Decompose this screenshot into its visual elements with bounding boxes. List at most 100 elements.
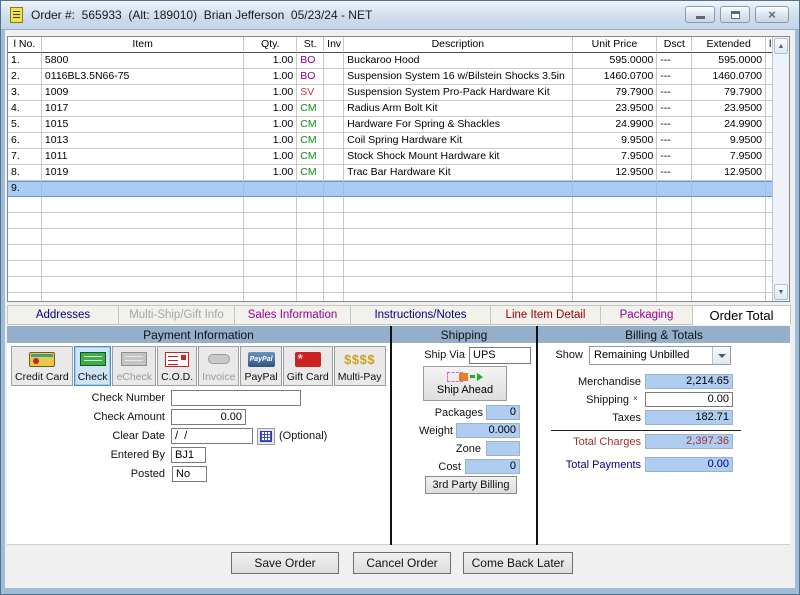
close-button[interactable]: ×	[755, 6, 789, 23]
payment-method-multi-pay[interactable]: $$$$ Multi-Pay	[334, 346, 386, 386]
table-scrollbar[interactable]: ▲ ▼	[772, 37, 789, 301]
shipping-charge-value[interactable]: 0.00	[645, 392, 733, 407]
check-icon	[80, 352, 106, 366]
col-qty: Qty.	[244, 37, 297, 53]
table-row-selected[interactable]: 9.	[8, 181, 772, 197]
cell-inv	[324, 117, 344, 133]
line-items-table: l No. Item Qty. St. Inv Description Unit…	[7, 36, 790, 302]
clear-date-label: Clear Date	[35, 430, 165, 442]
restore-button[interactable]	[720, 6, 750, 23]
taxes-label: Taxes	[509, 412, 641, 424]
save-order-button[interactable]: Save Order	[231, 552, 339, 574]
table-row-empty[interactable]	[8, 277, 772, 293]
table-row-empty[interactable]	[8, 229, 772, 245]
scroll-down-icon[interactable]: ▼	[774, 284, 788, 300]
total-charges-value: 2,397.36	[645, 434, 733, 449]
cell-desc: Suspension System Pro-Pack Hardware Kit	[344, 85, 572, 101]
cell-dsct: ---	[657, 165, 692, 181]
posted-input[interactable]	[172, 466, 207, 482]
taxes-value: 182.71	[645, 410, 733, 425]
gift-card-icon: *	[295, 352, 321, 367]
cell-desc: Stock Shock Mount Hardware kit	[344, 149, 572, 165]
calendar-button[interactable]	[257, 428, 275, 445]
come-back-later-button[interactable]: Come Back Later	[463, 552, 573, 574]
paypal-icon: PayPal	[248, 352, 275, 367]
minimize-icon	[696, 16, 705, 19]
check-amount-input[interactable]	[171, 409, 246, 425]
ship-ahead-button[interactable]: Ship Ahead	[423, 366, 507, 401]
payment-method-credit-card[interactable]: Credit Card	[11, 346, 73, 386]
tab-sales-information[interactable]: Sales Information	[235, 305, 351, 325]
total-payments-value: 0.00	[645, 457, 733, 472]
payment-method-buttons: Credit Card Check eCheck C.O.D. Invoice …	[11, 346, 386, 386]
window-title: Order #: 565933 (Alt: 189010) Brian Jeff…	[31, 8, 372, 22]
multi-pay-icon: $$$$	[344, 352, 375, 367]
show-dropdown[interactable]: Remaining Unbilled	[589, 346, 731, 365]
table-row-empty[interactable]	[8, 261, 772, 277]
ship-via-value[interactable]: UPS	[469, 347, 531, 364]
restore-icon	[731, 11, 740, 19]
table-row-empty[interactable]	[8, 245, 772, 261]
check-number-input[interactable]	[171, 390, 301, 406]
cell-st: CM	[297, 101, 324, 117]
table-row-empty[interactable]	[8, 197, 772, 213]
tab-order-total[interactable]: Order Total	[693, 305, 791, 325]
invoice-icon	[208, 354, 230, 364]
cell-item: 5800	[42, 53, 244, 69]
cell-desc: Buckaroo Hood	[344, 53, 572, 69]
payment-method-invoice[interactable]: Invoice	[198, 346, 239, 386]
payment-method-paypal[interactable]: PayPal PayPal	[240, 346, 281, 386]
payment-method-check[interactable]: Check	[74, 346, 112, 386]
table-row[interactable]: 1. 5800 1.00 BO Buckaroo Hood 595.0000 -…	[8, 53, 772, 69]
entered-by-input[interactable]	[171, 447, 206, 463]
cell-no: 2.	[8, 69, 42, 85]
cell-inv	[324, 69, 344, 85]
echeck-icon	[121, 352, 147, 366]
col-description: Description	[344, 37, 572, 53]
cell-dsct: ---	[657, 101, 692, 117]
cod-icon	[165, 352, 189, 367]
section-payment-information: Payment Information	[7, 326, 390, 343]
table-row[interactable]: 7. 1011 1.00 CM Stock Shock Mount Hardwa…	[8, 149, 772, 165]
show-dropdown-value: Remaining Unbilled	[590, 347, 712, 364]
cell-item: 1011	[42, 149, 244, 165]
table-row[interactable]: 4. 1017 1.00 CM Radius Arm Bolt Kit 23.9…	[8, 101, 772, 117]
tab-addresses[interactable]: Addresses	[7, 305, 119, 325]
cell-desc: Coil Spring Hardware Kit	[344, 133, 572, 149]
title-bar[interactable]: Order #: 565933 (Alt: 189010) Brian Jeff…	[1, 1, 799, 30]
cell-ext: 79.7900	[692, 85, 766, 101]
payment-method-gift-card[interactable]: * Gift Card	[283, 346, 333, 386]
tab-line-item-detail[interactable]: Line Item Detail	[491, 305, 601, 325]
tab-instructions-notes[interactable]: Instructions/Notes	[351, 305, 491, 325]
cell-ext: 24.9900	[692, 117, 766, 133]
table-header: l No. Item Qty. St. Inv Description Unit…	[8, 37, 772, 53]
tab-multi-ship-gift-info[interactable]: Multi-Ship/Gift Info	[119, 305, 235, 325]
table-row[interactable]: 5. 1015 1.00 CM Hardware For Spring & Sh…	[8, 117, 772, 133]
table-row[interactable]: 8. 1019 1.00 CM Trac Bar Hardware Kit 12…	[8, 165, 772, 181]
clear-date-input[interactable]	[171, 428, 253, 444]
table-row-empty[interactable]	[8, 293, 772, 301]
posted-label: Posted	[35, 468, 165, 480]
tab-packaging[interactable]: Packaging	[601, 305, 693, 325]
table-grid: l No. Item Qty. St. Inv Description Unit…	[8, 37, 772, 301]
cell-item: 1015	[42, 117, 244, 133]
payment-method-echeck[interactable]: eCheck	[112, 346, 156, 386]
cell-item: 1019	[42, 165, 244, 181]
cell-item: 0116BL3.5N66-75	[42, 69, 244, 85]
payment-method-cod[interactable]: C.O.D.	[157, 346, 197, 386]
dropdown-button[interactable]	[712, 347, 730, 364]
cancel-order-button[interactable]: Cancel Order	[353, 552, 451, 574]
third-party-billing-button[interactable]: 3rd Party Billing	[425, 476, 517, 494]
window-content: l No. Item Qty. St. Inv Description Unit…	[5, 30, 795, 588]
minimize-button[interactable]	[685, 6, 715, 23]
scroll-up-icon[interactable]: ▲	[774, 38, 788, 54]
cell-dsct: ---	[657, 53, 692, 69]
table-row[interactable]: 2. 0116BL3.5N66-75 1.00 BO Suspension Sy…	[8, 69, 772, 85]
table-row[interactable]: 6. 1013 1.00 CM Coil Spring Hardware Kit…	[8, 133, 772, 149]
col-extended: Extended	[692, 37, 766, 53]
table-row[interactable]: 3. 1009 1.00 SV Suspension System Pro-Pa…	[8, 85, 772, 101]
col-dsct: Dsct	[657, 37, 692, 53]
table-row-empty[interactable]	[8, 213, 772, 229]
col-line-no: l No.	[8, 37, 42, 53]
cell-st: CM	[297, 133, 324, 149]
